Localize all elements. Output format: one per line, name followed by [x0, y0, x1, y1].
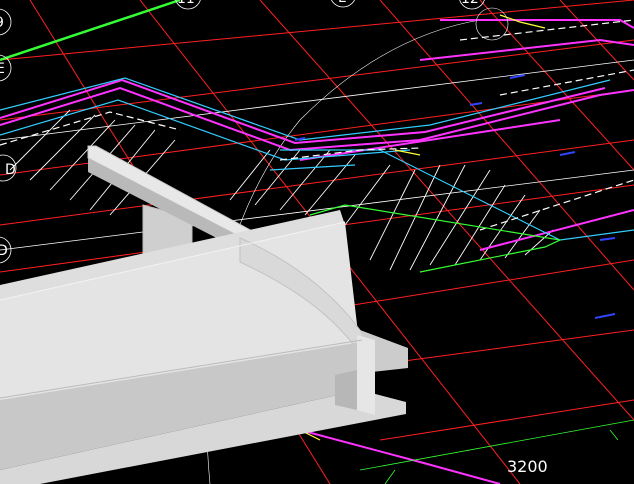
svg-text:E: E — [0, 61, 5, 77]
svg-text:12: 12 — [461, 0, 479, 7]
svg-text:L: L — [338, 0, 346, 6]
beam-end-web — [357, 335, 375, 415]
svg-text:D: D — [0, 243, 8, 259]
svg-text:9: 9 — [0, 15, 4, 31]
beam-end-block — [335, 370, 357, 410]
cad-3d-viewport[interactable]: 9 E D D 11 L 12 — [0, 0, 634, 484]
svg-text:D: D — [5, 162, 16, 178]
dimension-label: 3200 — [507, 457, 548, 476]
svg-text:11: 11 — [177, 0, 195, 7]
